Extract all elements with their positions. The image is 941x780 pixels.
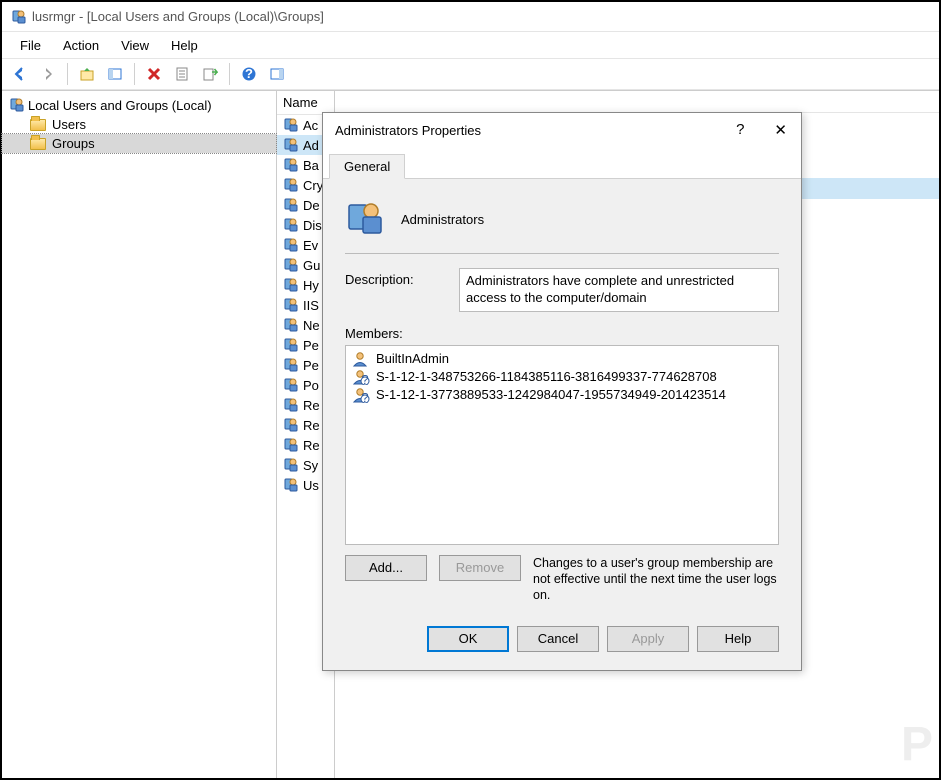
- group-icon: [281, 317, 299, 333]
- group-icon: [281, 137, 299, 153]
- group-icon: [281, 237, 299, 253]
- column-desc-header[interactable]: [335, 91, 939, 113]
- folder-icon: [30, 138, 46, 150]
- forward-button[interactable]: [36, 62, 60, 86]
- members-label: Members:: [345, 326, 779, 341]
- user-icon: [352, 369, 370, 385]
- back-button[interactable]: [8, 62, 32, 86]
- apply-button[interactable]: Apply: [607, 626, 689, 652]
- group-icon: [281, 397, 299, 413]
- user-icon: [352, 387, 370, 403]
- group-icon: [281, 457, 299, 473]
- group-icon: [281, 477, 299, 493]
- dialog-close-button[interactable]: ✕: [768, 119, 793, 141]
- group-icon: [281, 377, 299, 393]
- cancel-button[interactable]: Cancel: [517, 626, 599, 652]
- up-level-button[interactable]: [75, 62, 99, 86]
- ok-button[interactable]: OK: [427, 626, 509, 652]
- user-icon: [352, 351, 370, 367]
- group-name: Administrators: [401, 212, 484, 227]
- menubar: File Action View Help: [2, 32, 939, 58]
- member-row[interactable]: S-1-12-1-3773889533-1242984047-195573494…: [350, 386, 774, 404]
- menu-view[interactable]: View: [111, 36, 159, 55]
- help-button-dlg[interactable]: Help: [697, 626, 779, 652]
- group-icon: [281, 417, 299, 433]
- window-titlebar: lusrmgr - [Local Users and Groups (Local…: [2, 2, 939, 32]
- toolbar: ?: [2, 58, 939, 90]
- add-button[interactable]: Add...: [345, 555, 427, 581]
- mmc-root-icon: [8, 97, 24, 113]
- tabstrip: General: [323, 147, 801, 179]
- properties-dialog: Administrators Properties ? ✕ General Ad…: [322, 112, 802, 671]
- window-title: lusrmgr - [Local Users and Groups (Local…: [32, 9, 324, 24]
- member-row[interactable]: BuiltInAdmin: [350, 350, 774, 368]
- description-field[interactable]: Administrators have complete and unrestr…: [459, 268, 779, 312]
- menu-action[interactable]: Action: [53, 36, 109, 55]
- group-icon: [281, 157, 299, 173]
- console-tree[interactable]: Local Users and Groups (Local) Users Gro…: [2, 91, 277, 778]
- tree-root[interactable]: Local Users and Groups (Local): [2, 95, 276, 115]
- action-pane-button[interactable]: [265, 62, 289, 86]
- group-icon: [281, 117, 299, 133]
- delete-button[interactable]: [142, 62, 166, 86]
- group-icon: [281, 177, 299, 193]
- export-list-button[interactable]: [198, 62, 222, 86]
- group-icon: [281, 217, 299, 233]
- tree-groups[interactable]: Groups: [2, 134, 276, 153]
- svg-text:?: ?: [245, 66, 253, 81]
- dialog-title: Administrators Properties: [335, 123, 481, 138]
- menu-help[interactable]: Help: [161, 36, 208, 55]
- group-icon: [281, 277, 299, 293]
- group-icon: [281, 337, 299, 353]
- show-hide-console-tree-button[interactable]: [103, 62, 127, 86]
- properties-button[interactable]: [170, 62, 194, 86]
- menu-file[interactable]: File: [10, 36, 51, 55]
- group-icon: [281, 197, 299, 213]
- group-icon: [281, 437, 299, 453]
- group-icon: [281, 297, 299, 313]
- group-icon: [281, 357, 299, 373]
- dialog-titlebar: Administrators Properties ? ✕: [323, 113, 801, 147]
- members-list[interactable]: BuiltInAdminS-1-12-1-348753266-118438511…: [345, 345, 779, 545]
- member-row[interactable]: S-1-12-1-348753266-1184385116-3816499337…: [350, 368, 774, 386]
- group-icon: [281, 257, 299, 273]
- description-label: Description:: [345, 268, 435, 287]
- tree-users[interactable]: Users: [2, 115, 276, 134]
- tab-general[interactable]: General: [329, 154, 405, 179]
- remove-button[interactable]: Remove: [439, 555, 521, 581]
- dialog-help-button[interactable]: ?: [730, 119, 750, 141]
- folder-icon: [30, 119, 46, 131]
- group-large-icon: [345, 199, 385, 239]
- app-icon: [10, 9, 26, 25]
- watermark: P: [901, 717, 931, 772]
- help-button[interactable]: ?: [237, 62, 261, 86]
- membership-note: Changes to a user's group membership are…: [533, 555, 779, 604]
